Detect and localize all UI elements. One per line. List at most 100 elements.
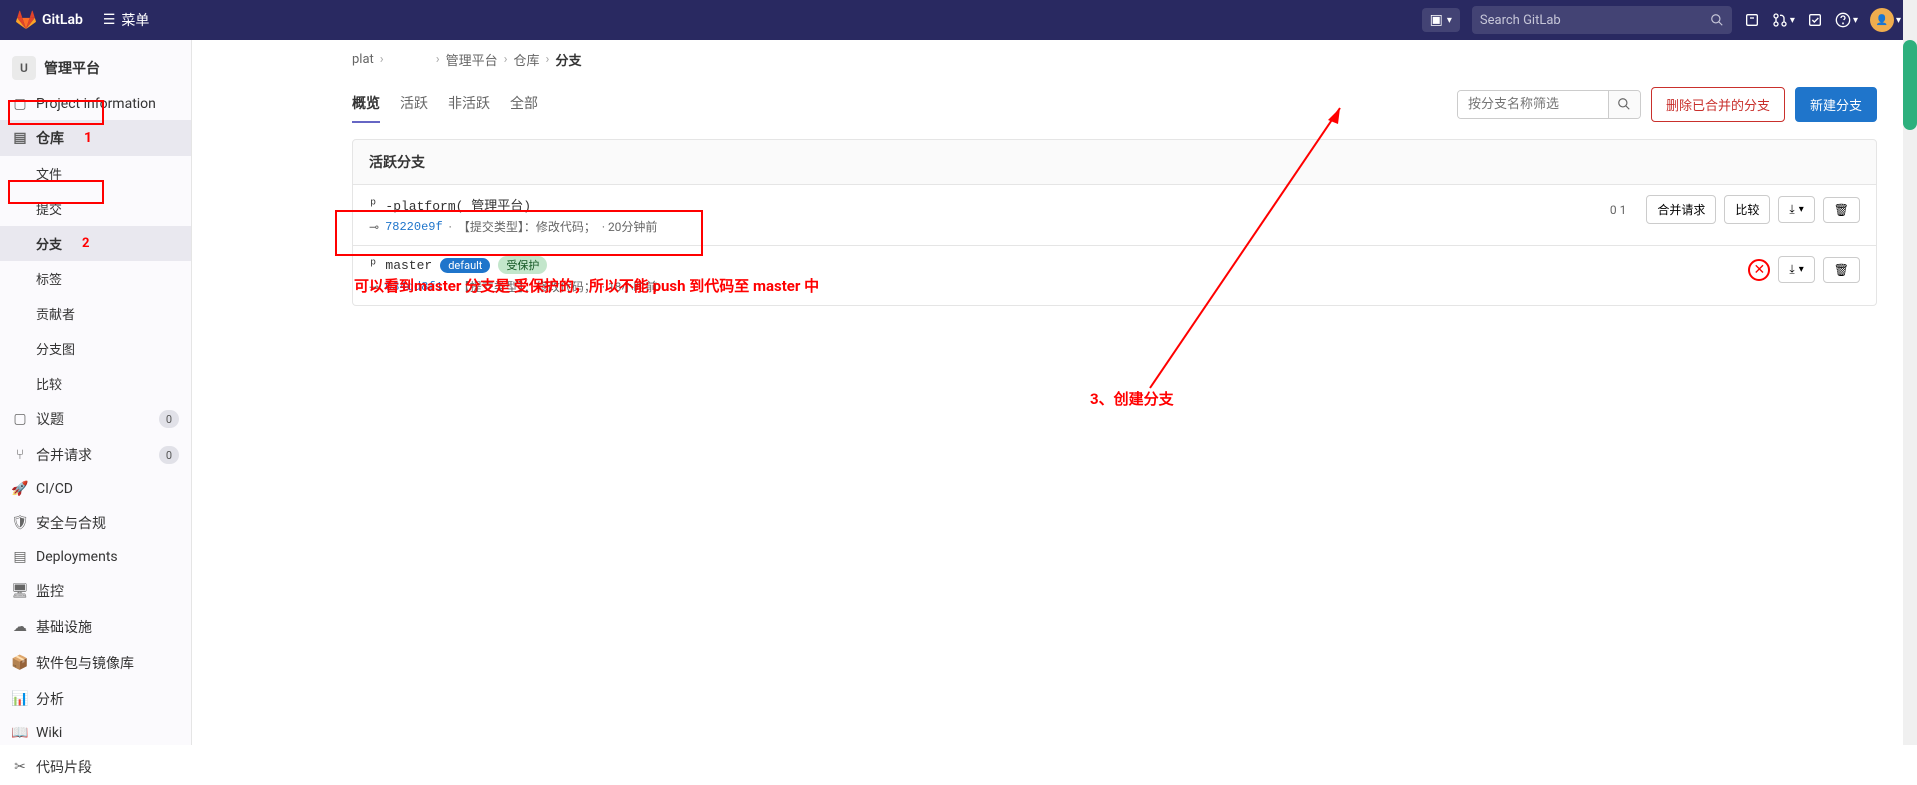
search-icon [1617, 97, 1631, 111]
annotation-number-1: 1 [84, 130, 92, 146]
breadcrumb-item[interactable]: 仓库 [514, 50, 540, 69]
download-button[interactable]: ⤓ ▾ [1778, 196, 1814, 223]
error-icon: ✕ [1748, 259, 1770, 281]
plus-icon: ▣ [1430, 12, 1443, 28]
chevron-down-icon: ▾ [1447, 15, 1452, 26]
user-menu[interactable]: 👤 ▾ [1870, 8, 1901, 32]
sidebar-item-security[interactable]: 🛡 安全与合规 [0, 505, 191, 541]
breadcrumb-current: 分支 [555, 50, 581, 69]
chevron-down-icon: ▾ [1799, 264, 1804, 275]
create-new-button[interactable]: ▣ ▾ [1422, 8, 1460, 32]
download-icon: ⤓ [1789, 202, 1794, 217]
sidebar-item-contributors[interactable]: 贡献者 [0, 296, 191, 331]
sidebar-item-label: 安全与合规 [36, 513, 106, 533]
sidebar-item-deployments[interactable]: ▤ Deployments [0, 541, 191, 573]
sidebar-item-merge-requests[interactable]: ⑂ 合并请求 0 [0, 437, 191, 473]
repository-icon: ▤ [12, 130, 28, 146]
sidebar-item-commits[interactable]: 提交 [0, 191, 191, 226]
scrollbar-thumb[interactable] [1903, 40, 1917, 130]
tab-active[interactable]: 活跃 [400, 85, 428, 123]
todo-icon[interactable] [1807, 12, 1823, 28]
sidebar-item-label: 提交 [36, 199, 62, 218]
sidebar-item-snippets[interactable]: ✂ 代码片段 [0, 749, 191, 785]
download-button[interactable]: ⤓ ▾ [1778, 256, 1814, 283]
breadcrumb-item[interactable]: plat [352, 52, 374, 67]
breadcrumb-item[interactable]: 管理平台 [446, 50, 498, 69]
branch-filter-search-button[interactable] [1608, 91, 1640, 118]
compare-button[interactable]: 比较 [1724, 195, 1770, 224]
sidebar-item-label: 软件包与镜像库 [36, 653, 134, 673]
annotation-text-step3: 3、创建分支 [1090, 388, 1174, 409]
sidebar-item-label: 监控 [36, 581, 64, 601]
hamburger-icon: ☰ [103, 12, 116, 28]
menu-label: 菜单 [121, 10, 149, 30]
project-header[interactable]: U 管理平台 [0, 48, 191, 88]
sidebar-item-monitor[interactable]: 🖥 监控 [0, 573, 191, 609]
scissors-icon: ✂ [12, 759, 28, 775]
sidebar-item-label: 分支图 [36, 339, 75, 358]
sidebar-item-cicd[interactable]: 🚀 CI/CD [0, 473, 191, 505]
sidebar-item-tags[interactable]: 标签 [0, 261, 191, 296]
delete-branch-button[interactable]: 🗑 [1823, 257, 1860, 283]
sidebar-item-label: CI/CD [36, 481, 73, 497]
sidebar-item-files[interactable]: 文件 [0, 156, 191, 191]
commit-message: 【提交类型】：修改代码； [458, 218, 596, 235]
search-input[interactable] [1480, 13, 1710, 28]
gitlab-logo[interactable]: GitLab [16, 10, 83, 30]
sidebar-item-label: Wiki [36, 725, 62, 741]
sidebar-item-label: 贡献者 [36, 304, 75, 323]
default-badge: default [440, 258, 490, 273]
merge-requests-icon[interactable]: ▾ [1772, 12, 1795, 28]
project-name: 管理平台 [44, 58, 100, 78]
deploy-icon: ▤ [12, 549, 28, 565]
branch-name[interactable]: -platform( 管理平台) [385, 195, 531, 214]
search-icon[interactable] [1710, 13, 1724, 27]
shield-icon: 🛡 [12, 515, 28, 531]
chart-icon: 📊 [12, 691, 28, 707]
search-box[interactable] [1472, 6, 1732, 34]
active-branches-title: 活跃分支 [352, 139, 1877, 185]
sidebar-item-label: 议题 [36, 409, 64, 429]
issues-icon[interactable] [1744, 12, 1760, 28]
tab-inactive[interactable]: 非活跃 [448, 85, 490, 123]
sidebar-item-compare[interactable]: 比较 [0, 366, 191, 401]
tab-overview[interactable]: 概览 [352, 85, 380, 123]
menu-button[interactable]: ☰ 菜单 [103, 10, 150, 30]
download-icon: ⤓ [1789, 262, 1794, 277]
sidebar: U 管理平台 ▢ Project information ▤ 仓库 1 文件 提… [0, 40, 192, 745]
sidebar-item-infrastructure[interactable]: ☁ 基础设施 [0, 609, 191, 645]
merge-request-button[interactable]: 合并请求 [1646, 195, 1716, 224]
sidebar-item-repository[interactable]: ▤ 仓库 1 [0, 120, 191, 156]
commit-hash[interactable]: 78220e9f [385, 220, 443, 234]
main-content: plat› › 管理平台› 仓库› 分支 概览 活跃 非活跃 全部 删除已合并的… [192, 40, 1917, 745]
sidebar-item-label: 代码片段 [36, 757, 92, 777]
gitlab-logo-icon [16, 10, 36, 30]
branch-name[interactable]: master [385, 258, 432, 273]
sidebar-item-label: 仓库 [36, 128, 64, 148]
branch-icon: ᵖ [369, 257, 377, 273]
rocket-icon: 🚀 [12, 481, 28, 497]
package-icon: 📦 [12, 655, 28, 671]
branch-filter [1457, 90, 1641, 119]
sidebar-item-project-info[interactable]: ▢ Project information [0, 88, 191, 120]
sidebar-item-packages[interactable]: 📦 软件包与镜像库 [0, 645, 191, 681]
delete-branch-button[interactable]: 🗑 [1823, 197, 1860, 223]
protected-badge: 受保护 [498, 256, 547, 274]
sidebar-item-label: 文件 [36, 164, 62, 183]
tab-all[interactable]: 全部 [510, 85, 538, 123]
branch-filter-input[interactable] [1458, 91, 1608, 118]
issues-icon: ▢ [12, 411, 28, 427]
monitor-icon: 🖥 [12, 583, 28, 599]
trash-icon: 🗑 [1834, 203, 1849, 217]
chevron-down-icon: ▾ [1790, 15, 1795, 26]
sidebar-item-branches[interactable]: 分支 2 [0, 226, 191, 261]
sidebar-item-label: 标签 [36, 269, 62, 288]
sidebar-item-analytics[interactable]: 📊 分析 [0, 681, 191, 717]
sidebar-item-wiki[interactable]: 📖 Wiki [0, 717, 191, 749]
delete-merged-branches-button[interactable]: 删除已合并的分支 [1651, 87, 1785, 122]
scrollbar-track[interactable] [1903, 0, 1917, 745]
new-branch-button[interactable]: 新建分支 [1795, 87, 1877, 122]
sidebar-item-issues[interactable]: ▢ 议题 0 [0, 401, 191, 437]
sidebar-item-graph[interactable]: 分支图 [0, 331, 191, 366]
help-button[interactable]: ▾ [1835, 12, 1858, 28]
